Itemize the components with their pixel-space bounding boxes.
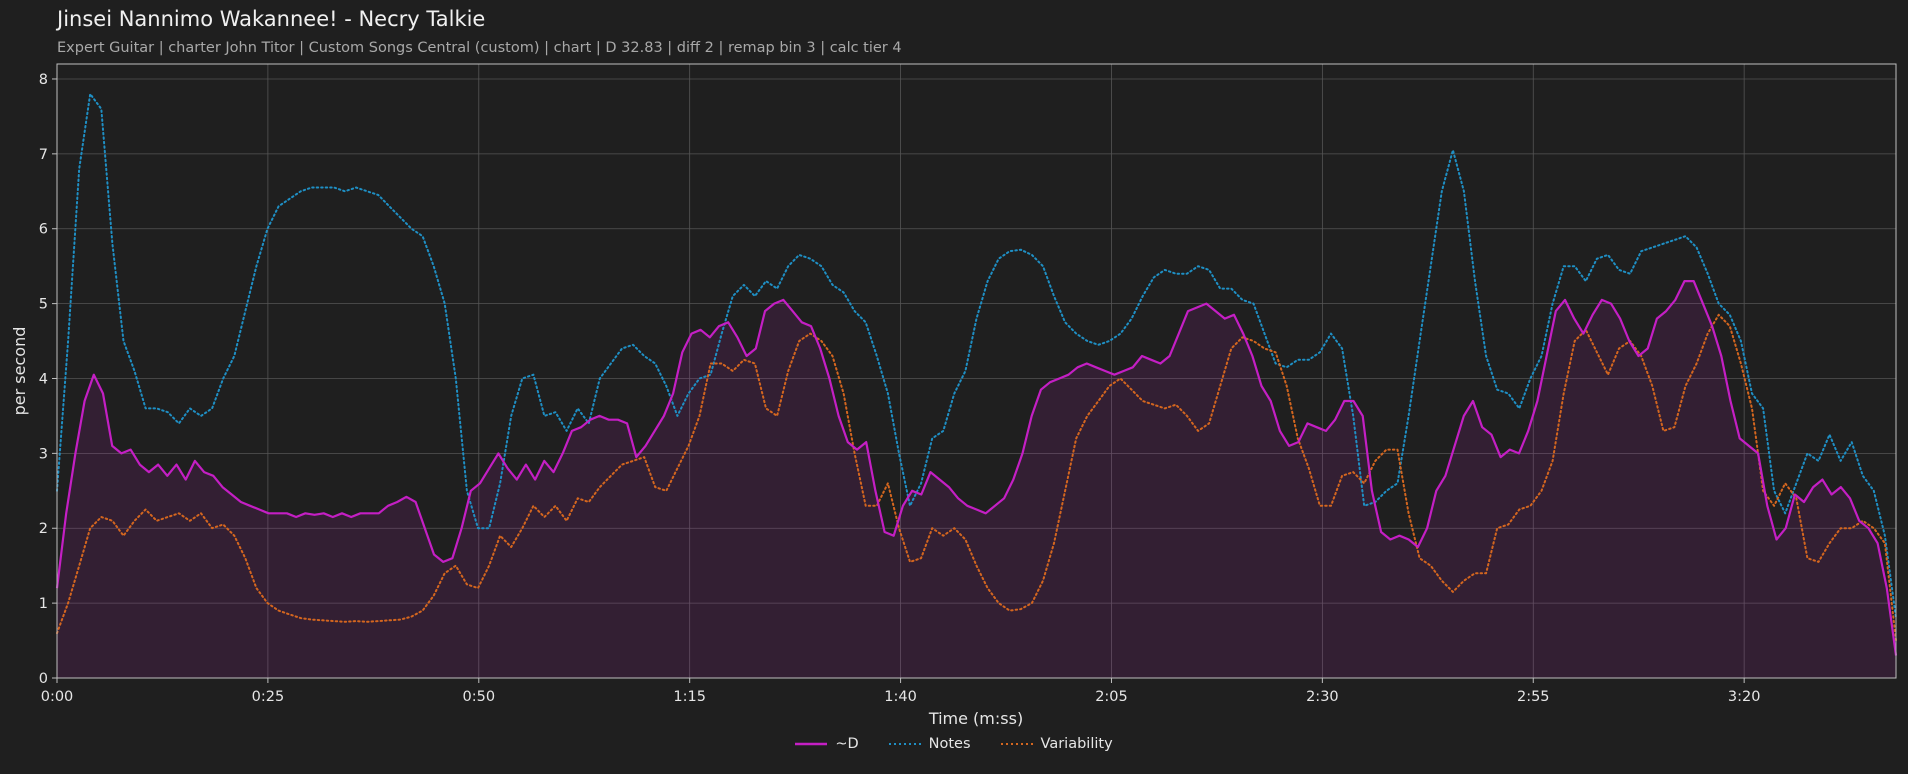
x-axis-label: Time (m:ss) [928,709,1023,728]
legend-item-notes: Notes [888,736,971,752]
x-tick-label-0: 0:00 [41,689,74,705]
legend-swatch-d [795,742,828,746]
plot-area: 0 1 2 3 4 5 6 7 8 0:00 0:25 0:50 1:15 1:40 2:05 2:30 2:5… [39,63,1898,705]
y-tick-label-7: 7 [39,147,48,163]
x-tick-label-3: 1:15 [673,689,706,705]
y-tick-label-1: 1 [39,596,48,612]
legend: ~D Notes Variability [0,736,1908,752]
y-tick-label-2: 2 [39,521,48,537]
x-tick-label-4: 1:40 [884,689,917,705]
legend-item-variability: Variability [1000,736,1113,752]
legend-swatch-notes [888,743,921,745]
legend-label-d: ~D [835,736,859,752]
y-tick-label-0: 0 [39,671,48,687]
y-tick-label-5: 5 [39,297,48,313]
y-tick-label-6: 6 [39,222,48,238]
x-tick-label-5: 2:05 [1095,689,1128,705]
y-tick-label-3: 3 [39,446,48,462]
y-axis-label: per second [10,327,29,416]
x-tick-label-8: 3:20 [1728,689,1761,705]
y-tick-label-8: 8 [39,72,48,88]
chart-svg: 0 1 2 3 4 5 6 7 8 0:00 0:25 0:50 1:15 1:40 2:05 2:30 2:5… [10,63,1898,728]
x-tick-label-1: 0:25 [252,689,285,705]
legend-swatch-variability [1000,743,1033,745]
x-tick-label-2: 0:50 [463,689,496,705]
legend-label-notes: Notes [928,736,971,752]
y-tick-label-4: 4 [39,371,48,387]
legend-label-variability: Variability [1040,736,1113,752]
legend-item-d: ~D [795,736,859,752]
x-tick-label-6: 2:30 [1306,689,1339,705]
x-tick-label-7: 2:55 [1517,689,1550,705]
